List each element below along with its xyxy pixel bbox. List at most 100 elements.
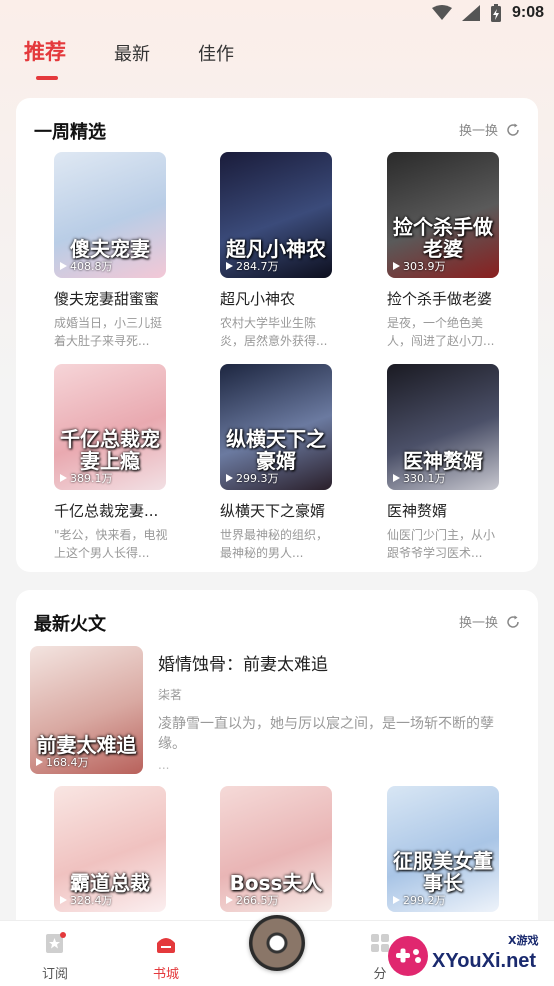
book-cover: 医神赘婿 330.1万 [387, 364, 499, 490]
refresh-button[interactable]: 换一换 [459, 612, 520, 631]
play-count: 284.7万 [226, 258, 279, 274]
watermark-small-text: X游戏 [508, 934, 539, 947]
play-count-text: 168.4万 [46, 756, 89, 769]
refresh-button[interactable]: 换一换 [459, 120, 520, 139]
play-icon [226, 896, 233, 904]
signal-icon [461, 5, 480, 21]
play-count-text: 389.1万 [70, 472, 113, 485]
nav-label: 订阅 [41, 967, 68, 982]
play-count-text: 299.2万 [403, 894, 446, 907]
play-count-text: 284.7万 [236, 260, 279, 273]
play-count: 266.5万 [226, 892, 279, 908]
book-description: 仙医门少门主，从小跟爷爷学习医术... [387, 528, 496, 560]
tab-label: 推荐 [24, 40, 66, 64]
play-icon [393, 262, 400, 270]
play-count: 299.2万 [393, 892, 446, 908]
play-count: 168.4万 [36, 754, 89, 770]
book-description: 成婚当日，小三儿挺着大肚子来寻死... [54, 316, 163, 348]
weekly-picks-card: 一周精选 换一换 傻夫宠妻 408.8万 傻夫宠妻甜蜜蜜 成婚当日，小三儿挺着大… [16, 98, 538, 572]
book-description: 农村大学毕业生陈炎，居然意外获得... [220, 316, 328, 348]
cover-title: 霸道总裁 [70, 871, 150, 895]
tab-latest[interactable]: 最新 [114, 40, 150, 66]
featured-book[interactable]: 前妻太难追 168.4万 婚情蚀骨：前妻太难追 柒茗 凌静雪一直以为，她与厉以宸… [30, 646, 524, 776]
play-count: 328.4万 [60, 892, 113, 908]
play-icon [393, 896, 400, 904]
play-count: 389.1万 [60, 470, 113, 486]
book-author: 柒茗 [158, 688, 183, 702]
book-cover: 霸道总裁 328.4万 [54, 786, 166, 912]
play-icon [60, 896, 67, 904]
section-title: 一周精选 [34, 122, 106, 143]
refresh-icon [507, 123, 519, 136]
book-cover: Boss夫人 266.5万 [220, 786, 332, 912]
nav-bookstore[interactable]: 书城 [136, 931, 196, 982]
book-cover: 前妻太难追 168.4万 [30, 646, 143, 774]
section-title: 最新火文 [34, 614, 106, 635]
book-title: 千亿总裁宠妻... [54, 502, 159, 520]
play-icon [393, 474, 400, 482]
play-count-text: 266.5万 [236, 894, 279, 907]
book-description: 世界最神秘的组织，最神秘的男人... [220, 528, 329, 560]
refresh-label: 换一换 [458, 124, 498, 139]
book-description: 是夜，一个绝色美人，闯进了赵小刀... [387, 316, 495, 348]
wifi-icon [431, 5, 452, 20]
book-title: 超凡小神农 [220, 290, 296, 308]
book-title: 纵横天下之豪婿 [220, 502, 326, 520]
top-tabs: 推荐 最新 佳作 [24, 36, 234, 80]
play-icon [60, 474, 67, 482]
cover-title: 傻夫宠妻 [70, 237, 150, 261]
tab-label: 最新 [114, 44, 150, 65]
cover-title: 超凡小神农 [226, 237, 326, 261]
book-cover: 征服美女董事长 299.2万 [387, 786, 499, 912]
cover-title: 捡个杀手做老婆 [393, 215, 493, 261]
cover-title: Boss夫人 [229, 871, 323, 895]
play-count-text: 330.1万 [403, 472, 446, 485]
book-description: 凌静雪一直以为，她与厉以宸之间，是一场斩不断的孽缘。 [158, 716, 494, 752]
play-count: 330.1万 [393, 470, 446, 486]
play-count-text: 303.9万 [403, 260, 446, 273]
play-icon [273, 937, 283, 949]
watermark-text: XYouXi.net [432, 950, 537, 972]
watermark-logo: X游戏 XYouXi.net [384, 928, 554, 984]
play-count-text: 408.8万 [70, 260, 113, 273]
book-title: 傻夫宠妻甜蜜蜜 [54, 290, 160, 308]
battery-icon [490, 4, 501, 22]
book-cover: 纵横天下之豪婿 299.3万 [220, 364, 332, 490]
play-count-text: 328.4万 [70, 894, 113, 907]
cover-title: 医神赘婿 [403, 449, 483, 473]
cover-title: 纵横天下之豪婿 [226, 427, 326, 473]
tab-recommend[interactable]: 推荐 [24, 36, 66, 80]
play-icon [60, 262, 67, 270]
play-count: 299.3万 [226, 470, 279, 486]
now-playing-disc[interactable] [249, 915, 305, 971]
tab-label: 佳作 [198, 44, 234, 65]
nav-subscribe[interactable]: 订阅 [25, 931, 85, 982]
nav-label: 书城 [152, 967, 179, 982]
bookstore-icon [157, 938, 175, 953]
book-description: "老公，快来看，电视上这个男人长得... [54, 528, 168, 560]
play-icon [36, 758, 43, 766]
book-cover: 千亿总裁宠妻上瘾 389.1万 [54, 364, 166, 490]
book-title: 捡个杀手做老婆 [387, 290, 493, 308]
book-title: 婚情蚀骨：前妻太难追 [158, 655, 328, 675]
book-cover: 捡个杀手做老婆 303.9万 [387, 152, 499, 278]
play-icon [226, 262, 233, 270]
description-ellipsis: ... [158, 758, 170, 772]
cover-title: 千亿总裁宠妻上瘾 [60, 427, 160, 473]
refresh-label: 换一换 [458, 616, 498, 631]
cover-title: 征服美女董事长 [393, 849, 493, 895]
book-cover: 超凡小神农 284.7万 [220, 152, 332, 278]
gamepad-logo-icon [388, 936, 428, 976]
status-time: 9:08 [511, 4, 544, 21]
book-cover: 傻夫宠妻 408.8万 [54, 152, 166, 278]
book-title: 医神赘婿 [387, 502, 448, 520]
cover-title: 前妻太难追 [36, 733, 137, 757]
play-count: 303.9万 [393, 258, 446, 274]
tab-active-indicator [36, 76, 58, 80]
bookmark-star-icon [46, 932, 66, 953]
hot-novels-card: 最新火文 换一换 前妻太难追 168.4万 婚情蚀骨：前妻太难追 柒茗 凌静雪一… [16, 590, 538, 930]
play-count: 408.8万 [60, 258, 113, 274]
tab-excellent[interactable]: 佳作 [198, 40, 234, 66]
play-icon [226, 474, 233, 482]
play-count-text: 299.3万 [236, 472, 279, 485]
